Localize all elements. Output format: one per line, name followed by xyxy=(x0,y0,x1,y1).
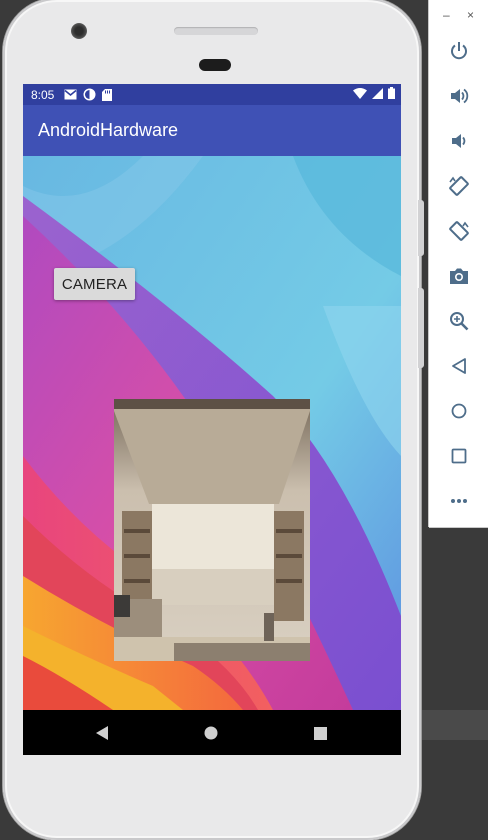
rotate-left-icon[interactable] xyxy=(447,174,471,198)
screenshot-icon[interactable] xyxy=(447,264,471,288)
back-icon[interactable] xyxy=(447,354,471,378)
front-camera xyxy=(71,23,87,39)
sync-icon xyxy=(83,88,96,101)
speaker-grill xyxy=(174,27,258,35)
emulator-side-panel: – × xyxy=(429,0,488,527)
earpiece xyxy=(199,59,231,71)
signal-icon xyxy=(372,87,383,102)
zoom-icon[interactable] xyxy=(447,309,471,333)
overview-icon[interactable] xyxy=(447,444,471,468)
status-time: 8:05 xyxy=(31,87,55,102)
volume-up-icon[interactable] xyxy=(447,84,471,108)
camera-preview-image xyxy=(114,399,310,661)
power-icon[interactable] xyxy=(447,39,471,63)
app-title: AndroidHardware xyxy=(38,120,179,140)
recents-icon[interactable] xyxy=(309,722,331,744)
panel-window-controls: – × xyxy=(429,8,488,24)
sd-card-icon xyxy=(102,88,113,101)
close-button[interactable]: × xyxy=(467,8,474,22)
back-icon[interactable] xyxy=(91,722,113,744)
status-bar: 8:05 xyxy=(23,84,401,105)
wallpaper-content: CAMERA xyxy=(23,156,401,710)
home-icon[interactable] xyxy=(447,399,471,423)
navigation-bar xyxy=(23,710,401,755)
minimize-button[interactable]: – xyxy=(443,8,450,22)
power-hardware-button[interactable] xyxy=(418,288,424,368)
status-right-icons xyxy=(353,87,395,102)
battery-icon xyxy=(388,87,395,102)
wifi-icon xyxy=(353,87,367,102)
home-icon[interactable] xyxy=(200,722,222,744)
gmail-icon xyxy=(64,89,77,100)
app-bar: AndroidHardware xyxy=(23,105,401,156)
camera-button[interactable]: CAMERA xyxy=(54,268,135,300)
volume-down-icon[interactable] xyxy=(447,129,471,153)
volume-hardware-button[interactable] xyxy=(418,200,424,256)
device-screen: 8:05 AndroidHardware CAMERA xyxy=(23,84,401,755)
emulator-host-background xyxy=(420,710,488,740)
rotate-right-icon[interactable] xyxy=(447,219,471,243)
more-icon[interactable] xyxy=(447,489,471,513)
